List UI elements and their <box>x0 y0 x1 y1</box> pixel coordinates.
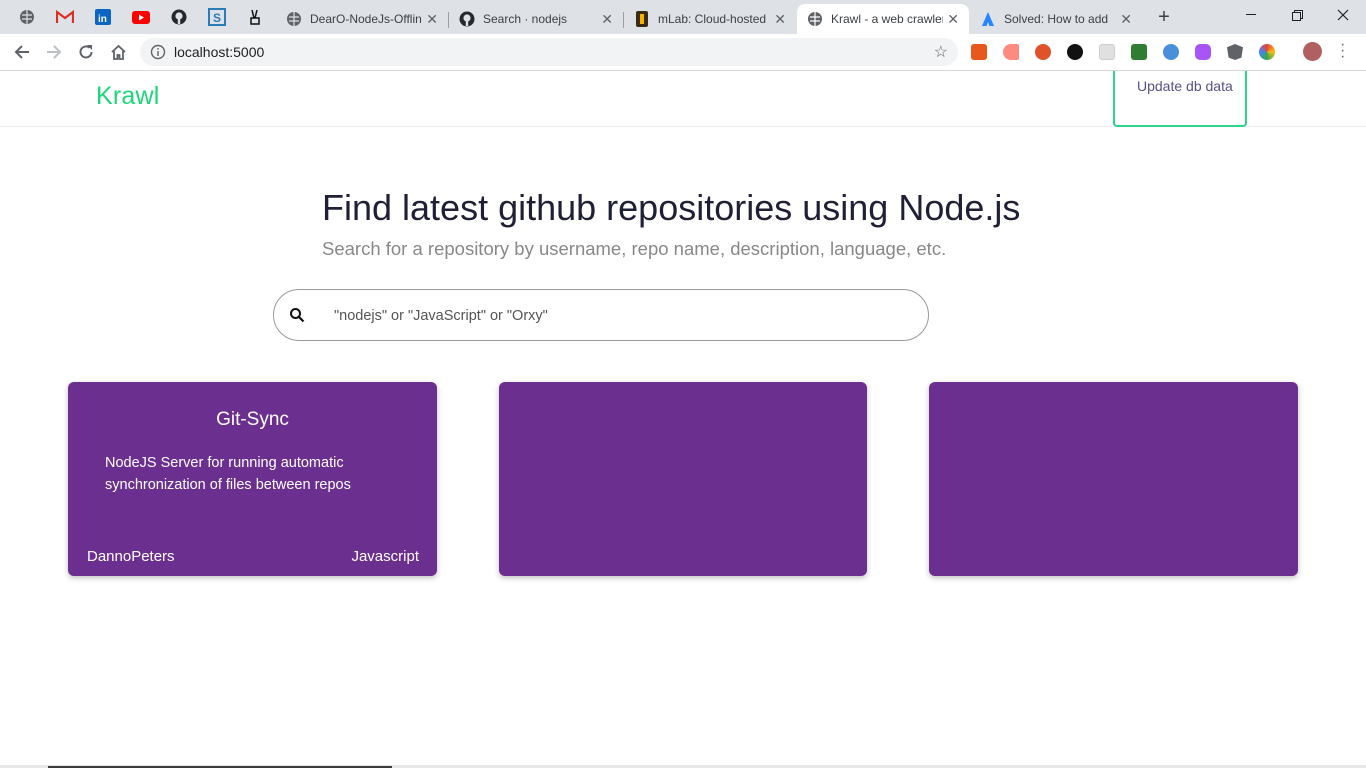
extension-angular-icon[interactable] <box>1227 44 1243 60</box>
extension-blank-icon[interactable] <box>1099 44 1115 60</box>
repo-card[interactable] <box>929 382 1298 576</box>
pinned-tab-gmail[interactable] <box>54 6 76 28</box>
tab-krawl[interactable]: Krawl - a web crawler ✕ <box>797 4 969 34</box>
extension-color-ring-icon[interactable] <box>1259 44 1275 60</box>
s-app-icon: S <box>208 8 226 26</box>
youtube-icon <box>132 10 150 24</box>
pinned-tab-linkedin[interactable]: in <box>92 6 114 28</box>
close-window-button[interactable] <box>1320 0 1366 30</box>
pinned-tab-angellist[interactable] <box>244 6 266 28</box>
close-tab-icon[interactable]: ✕ <box>947 11 959 28</box>
svg-text:in: in <box>98 14 107 25</box>
tab-atlassian[interactable]: Solved: How to add ✕ <box>970 4 1142 34</box>
tab-title: Solved: How to add <box>1004 12 1109 26</box>
linkedin-icon: in <box>95 9 111 25</box>
pinned-tab-github[interactable] <box>168 6 190 28</box>
repo-name: Git-Sync <box>216 409 289 430</box>
browser-toolbar: localhost:5000 ☆ · · · <box>0 34 1366 71</box>
extension-infinity-icon[interactable] <box>1035 44 1051 60</box>
close-tab-icon[interactable]: ✕ <box>1120 11 1132 28</box>
restore-icon <box>1291 9 1303 21</box>
url-text: localhost:5000 <box>174 44 265 60</box>
search-icon <box>290 308 305 323</box>
arrow-left-icon <box>14 45 29 59</box>
search-input[interactable] <box>332 303 896 329</box>
tab-title: Krawl - a web crawler <box>831 12 943 26</box>
reload-button[interactable] <box>74 40 98 64</box>
bookmark-star-icon[interactable]: ☆ <box>934 42 948 62</box>
browser-menu-button[interactable]: · · · <box>1340 37 1345 65</box>
mlab-icon <box>634 11 650 27</box>
home-button[interactable] <box>106 40 130 64</box>
back-button[interactable] <box>10 40 34 64</box>
github-icon <box>459 11 475 27</box>
extension-play-icon[interactable] <box>1003 44 1019 60</box>
svg-text:S: S <box>213 11 221 25</box>
extension-notes-icon[interactable] <box>1131 44 1147 60</box>
app-navbar: Krawl Update db data <box>0 71 1366 127</box>
gmail-icon <box>56 10 74 23</box>
github-icon <box>171 9 187 25</box>
new-tab-button[interactable]: + <box>1152 6 1176 28</box>
close-tab-icon[interactable]: ✕ <box>601 11 613 28</box>
page: Krawl Update db data Find latest github … <box>0 71 1366 768</box>
brand-logo[interactable]: Krawl <box>96 82 160 111</box>
repo-card[interactable]: Git-Sync NodeJS Server for running autom… <box>68 382 437 576</box>
home-icon <box>110 44 126 60</box>
tab-mlab[interactable]: mLab: Cloud-hosted ✕ <box>624 4 796 34</box>
globe-icon <box>20 10 34 24</box>
close-icon <box>1337 9 1349 21</box>
forward-button[interactable] <box>42 40 66 64</box>
pinned-tab-globe[interactable] <box>16 6 38 28</box>
extension-compass-icon[interactable] <box>1163 44 1179 60</box>
extension-gnome-icon[interactable] <box>1067 44 1083 60</box>
reload-icon <box>79 45 93 59</box>
repo-language: Javascript <box>351 548 419 565</box>
angellist-icon <box>250 9 260 25</box>
hero-title: Find latest github repositories using No… <box>322 187 1021 228</box>
extension-purple-icon[interactable] <box>1195 44 1211 60</box>
hero-subtitle: Search for a repository by username, rep… <box>322 238 947 259</box>
tab-dearo[interactable]: DearO-NodeJs-Offline ✕ <box>276 4 448 34</box>
arrow-right-icon <box>47 45 62 59</box>
repo-card[interactable] <box>499 382 867 576</box>
address-bar[interactable]: localhost:5000 ☆ <box>140 38 958 66</box>
tab-title: mLab: Cloud-hosted <box>658 12 767 26</box>
globe-icon <box>807 11 823 27</box>
pinned-tab-youtube[interactable] <box>130 6 152 28</box>
profile-avatar[interactable] <box>1303 42 1322 61</box>
repo-owner: DannoPeters <box>87 548 175 565</box>
pinned-tab-s-app[interactable]: S <box>206 6 228 28</box>
repo-description: NodeJS Server for running automatic sync… <box>105 455 351 493</box>
tab-github-search[interactable]: Search · nodejs ✕ <box>449 4 623 34</box>
atlassian-icon <box>980 11 996 27</box>
search-box[interactable] <box>273 289 929 341</box>
browser-tab-strip: in S DearO-NodeJs-Offline ✕ Search · nod… <box>0 0 1366 34</box>
info-icon[interactable] <box>150 44 166 60</box>
minimize-button[interactable] <box>1228 0 1274 30</box>
globe-icon <box>286 11 302 27</box>
restore-button[interactable] <box>1274 0 1320 30</box>
close-tab-icon[interactable]: ✕ <box>774 11 786 28</box>
minimize-icon <box>1246 14 1256 15</box>
extension-office-icon[interactable] <box>971 44 987 60</box>
update-db-button[interactable]: Update db data <box>1113 71 1247 127</box>
tab-title: Search · nodejs <box>483 12 568 26</box>
close-tab-icon[interactable]: ✕ <box>426 11 438 28</box>
tab-title: DearO-NodeJs-Offline <box>310 12 422 26</box>
